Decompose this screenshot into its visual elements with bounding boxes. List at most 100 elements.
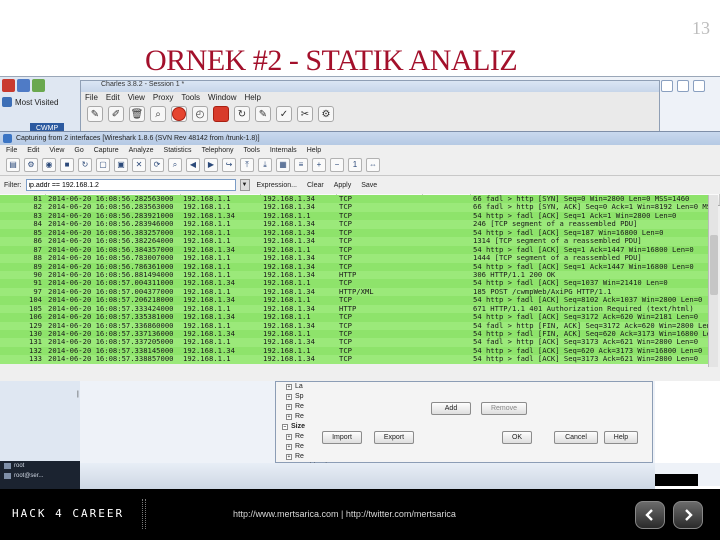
- edit-icon[interactable]: ✎: [255, 106, 271, 122]
- back-icon[interactable]: ◀: [186, 158, 200, 172]
- packet-row[interactable]: 133 2014-06-20 16:08:57.338857000 192.168.…: [0, 355, 708, 364]
- packet-row[interactable]: 84 2014-06-20 16:08:56.283946000 192.168.1…: [0, 220, 708, 229]
- last-icon[interactable]: ⤓: [258, 158, 272, 172]
- throttle-icon[interactable]: ◴: [192, 106, 208, 122]
- expand-icon[interactable]: +: [286, 444, 292, 450]
- close-icon[interactable]: ✕: [132, 158, 146, 172]
- export-button[interactable]: Export: [374, 431, 414, 444]
- help-button[interactable]: Help: [604, 431, 638, 444]
- resize-columns-icon[interactable]: ⇔: [366, 158, 380, 172]
- packet-row[interactable]: 131 2014-06-20 16:08:57.337205000 192.168.…: [0, 338, 708, 347]
- browser-tab-icons[interactable]: [0, 77, 90, 95]
- expression-button[interactable]: Expression...: [254, 182, 300, 189]
- packet-row[interactable]: 105 2014-06-20 16:08:57.333424000 192.168.…: [0, 304, 708, 314]
- packet-row[interactable]: 81 2014-06-20 16:08:56.282563000 192.168.1…: [0, 195, 708, 204]
- packet-row[interactable]: 88 2014-06-20 16:08:56.783007000 192.168.1…: [0, 254, 708, 263]
- ok-button[interactable]: OK: [502, 431, 532, 444]
- tree-item[interactable]: + Re: [282, 402, 422, 412]
- menu-item[interactable]: Edit: [106, 93, 120, 103]
- packet-list-scrollbar[interactable]: [708, 195, 718, 367]
- menu-item[interactable]: File: [85, 93, 98, 103]
- packet-row[interactable]: 132 2014-06-20 16:08:57.338145000 192.168.…: [0, 346, 708, 356]
- toolbar-icon[interactable]: [677, 80, 689, 92]
- menu-item[interactable]: Window: [208, 93, 236, 103]
- breakpoint-icon[interactable]: [213, 106, 229, 122]
- expand-icon[interactable]: +: [286, 414, 292, 420]
- menu-item[interactable]: Statistics: [164, 146, 192, 155]
- menu-item[interactable]: File: [6, 146, 17, 155]
- autoscroll-icon[interactable]: ≡: [294, 158, 308, 172]
- expand-icon[interactable]: +: [286, 384, 292, 390]
- menu-item[interactable]: View: [49, 146, 64, 155]
- packet-row[interactable]: 104 2014-06-20 16:08:57.206218000 192.168.…: [0, 296, 708, 305]
- tree-item[interactable]: + La: [282, 382, 422, 392]
- record-icon[interactable]: [171, 106, 187, 122]
- packet-row[interactable]: 90 2014-06-20 16:08:56.881494000 192.168.1…: [0, 270, 708, 280]
- reload-icon[interactable]: ⟳: [150, 158, 164, 172]
- previous-slide-button[interactable]: [635, 501, 665, 529]
- menu-item[interactable]: Telephony: [202, 146, 234, 155]
- filter-input[interactable]: [25, 179, 236, 191]
- expand-icon[interactable]: +: [286, 434, 292, 440]
- menu-item[interactable]: Internals: [270, 146, 297, 155]
- forward-icon[interactable]: ▶: [204, 158, 218, 172]
- menu-item[interactable]: Proxy: [153, 93, 173, 103]
- tab-icon[interactable]: [17, 79, 30, 92]
- firefox-icon[interactable]: [2, 79, 15, 92]
- menu-item[interactable]: Edit: [27, 146, 39, 155]
- clear-button[interactable]: Clear: [304, 182, 327, 189]
- menu-item[interactable]: Help: [307, 146, 321, 155]
- tray-item[interactable]: root@ser...: [0, 471, 80, 481]
- refresh-icon[interactable]: ↻: [234, 106, 250, 122]
- tab-icon[interactable]: [32, 79, 45, 92]
- tree-item[interactable]: + Sp: [282, 392, 422, 402]
- add-button[interactable]: Add: [431, 402, 471, 415]
- save-button[interactable]: Save: [358, 182, 380, 189]
- toolbar-icon[interactable]: [693, 80, 705, 92]
- start-capture-icon[interactable]: ◉: [42, 158, 56, 172]
- expand-icon[interactable]: +: [286, 454, 292, 460]
- menu-item[interactable]: Help: [244, 93, 260, 103]
- save-icon[interactable]: ▣: [114, 158, 128, 172]
- apply-button[interactable]: Apply: [331, 182, 355, 189]
- interfaces-icon[interactable]: ▤: [6, 158, 20, 172]
- packet-row[interactable]: 129 2014-06-20 16:08:57.336860000 192.168.…: [0, 321, 708, 330]
- expand-icon[interactable]: −: [282, 424, 288, 430]
- packet-row[interactable]: 130 2014-06-20 16:08:57.337136000 192.168.…: [0, 330, 708, 339]
- packet-row[interactable]: 83 2014-06-20 16:08:56.283921000 192.168.1…: [0, 211, 708, 221]
- packet-row[interactable]: 87 2014-06-20 16:08:56.384357000 192.168.1…: [0, 245, 708, 255]
- stop-capture-icon[interactable]: ■: [60, 158, 74, 172]
- remove-button[interactable]: Remove: [481, 402, 527, 415]
- packet-row[interactable]: 89 2014-06-20 16:08:56.786361000 192.168.1…: [0, 262, 708, 271]
- colorize-icon[interactable]: ▦: [276, 158, 290, 172]
- first-icon[interactable]: ⤒: [240, 158, 254, 172]
- menu-item[interactable]: Tools: [243, 146, 259, 155]
- zoom-reset-icon[interactable]: 1: [348, 158, 362, 172]
- menu-item[interactable]: View: [128, 93, 145, 103]
- packet-row[interactable]: 97 2014-06-20 16:08:57.004377000 192.168.1…: [0, 287, 708, 297]
- gear-icon[interactable]: ⚙: [318, 106, 334, 122]
- most-visited-bookmark[interactable]: Most Visited: [2, 97, 58, 107]
- chevron-down-icon[interactable]: ▼: [239, 179, 250, 191]
- menu-item[interactable]: Analyze: [129, 146, 154, 155]
- restart-capture-icon[interactable]: ↻: [78, 158, 92, 172]
- packet-row[interactable]: 82 2014-06-20 16:08:56.283563000 192.168.1…: [0, 203, 708, 212]
- goto-icon[interactable]: ↪: [222, 158, 236, 172]
- next-slide-button[interactable]: [673, 501, 703, 529]
- expand-icon[interactable]: +: [286, 404, 292, 410]
- packet-row[interactable]: 91 2014-06-20 16:08:57.004311000 192.168.1…: [0, 279, 708, 288]
- packet-row[interactable]: 106 2014-06-20 16:08:57.335381000 192.168.…: [0, 313, 708, 322]
- toolbar-icon[interactable]: [661, 80, 673, 92]
- broom-icon[interactable]: ✎: [87, 106, 103, 122]
- menu-item[interactable]: Tools: [181, 93, 200, 103]
- tray-item[interactable]: root: [0, 461, 80, 471]
- tree-item[interactable]: + Re: [282, 452, 422, 462]
- packet-row[interactable]: 86 2014-06-20 16:08:56.382264000 192.168.1…: [0, 237, 708, 246]
- cancel-button[interactable]: Cancel: [554, 431, 598, 444]
- tree-item[interactable]: + Re: [282, 412, 422, 422]
- search-icon[interactable]: ⌕: [150, 106, 166, 122]
- open-icon[interactable]: ▢: [96, 158, 110, 172]
- expand-icon[interactable]: +: [286, 394, 292, 400]
- scrollbar-thumb[interactable]: [710, 235, 718, 295]
- tools-icon[interactable]: ✂: [297, 106, 313, 122]
